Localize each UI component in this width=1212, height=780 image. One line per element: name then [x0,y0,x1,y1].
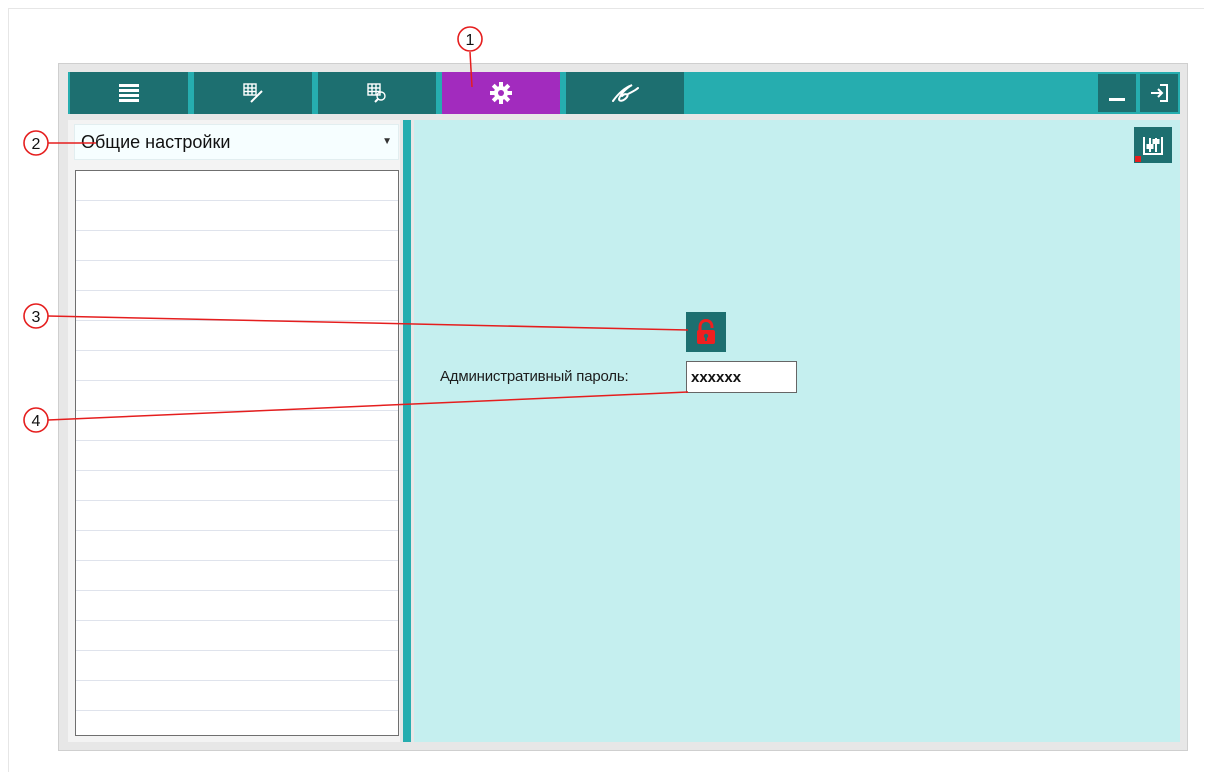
exit-icon [1151,84,1168,102]
page-left-border [8,8,9,772]
signature-icon [612,84,639,102]
edit-grid-icon [243,83,263,103]
callout-4-label: 4 [32,413,41,430]
tab-settings[interactable] [442,72,560,114]
page-top-border [8,8,1204,9]
notification-dot [1135,156,1141,162]
list-icon [119,84,139,102]
panel-splitter[interactable] [403,120,411,742]
callout-4 [23,407,49,433]
exit-button[interactable] [1140,74,1178,112]
settings-list[interactable] [75,170,399,736]
search-grid-icon [367,83,386,103]
admin-password-input[interactable] [686,361,797,393]
dropdown-arrow-icon: ▼ [382,136,392,147]
tab-edit[interactable] [194,72,312,114]
settings-adjust-button[interactable] [1134,127,1172,163]
content-panel [414,120,1180,742]
sliders-icon [1143,137,1163,155]
settings-category-value: Общие настройки [81,132,231,152]
gear-icon [490,82,512,104]
callout-3-label: 3 [32,309,41,326]
admin-password-label: Административный пароль: [440,368,629,385]
tab-list[interactable] [70,72,188,114]
minimize-icon [1109,98,1125,101]
tab-search[interactable] [318,72,436,114]
lock-icon [697,319,715,344]
tab-signature[interactable] [566,72,684,114]
callout-2 [23,130,49,156]
main-toolbar [68,72,1180,114]
callout-2-label: 2 [32,136,41,153]
lock-button[interactable] [686,312,726,352]
callout-1-label: 1 [466,32,475,49]
minimize-button[interactable] [1098,74,1136,112]
callout-3 [23,303,49,329]
callout-1 [457,26,483,52]
settings-category-select[interactable]: Общие настройки ▼ [74,124,399,160]
